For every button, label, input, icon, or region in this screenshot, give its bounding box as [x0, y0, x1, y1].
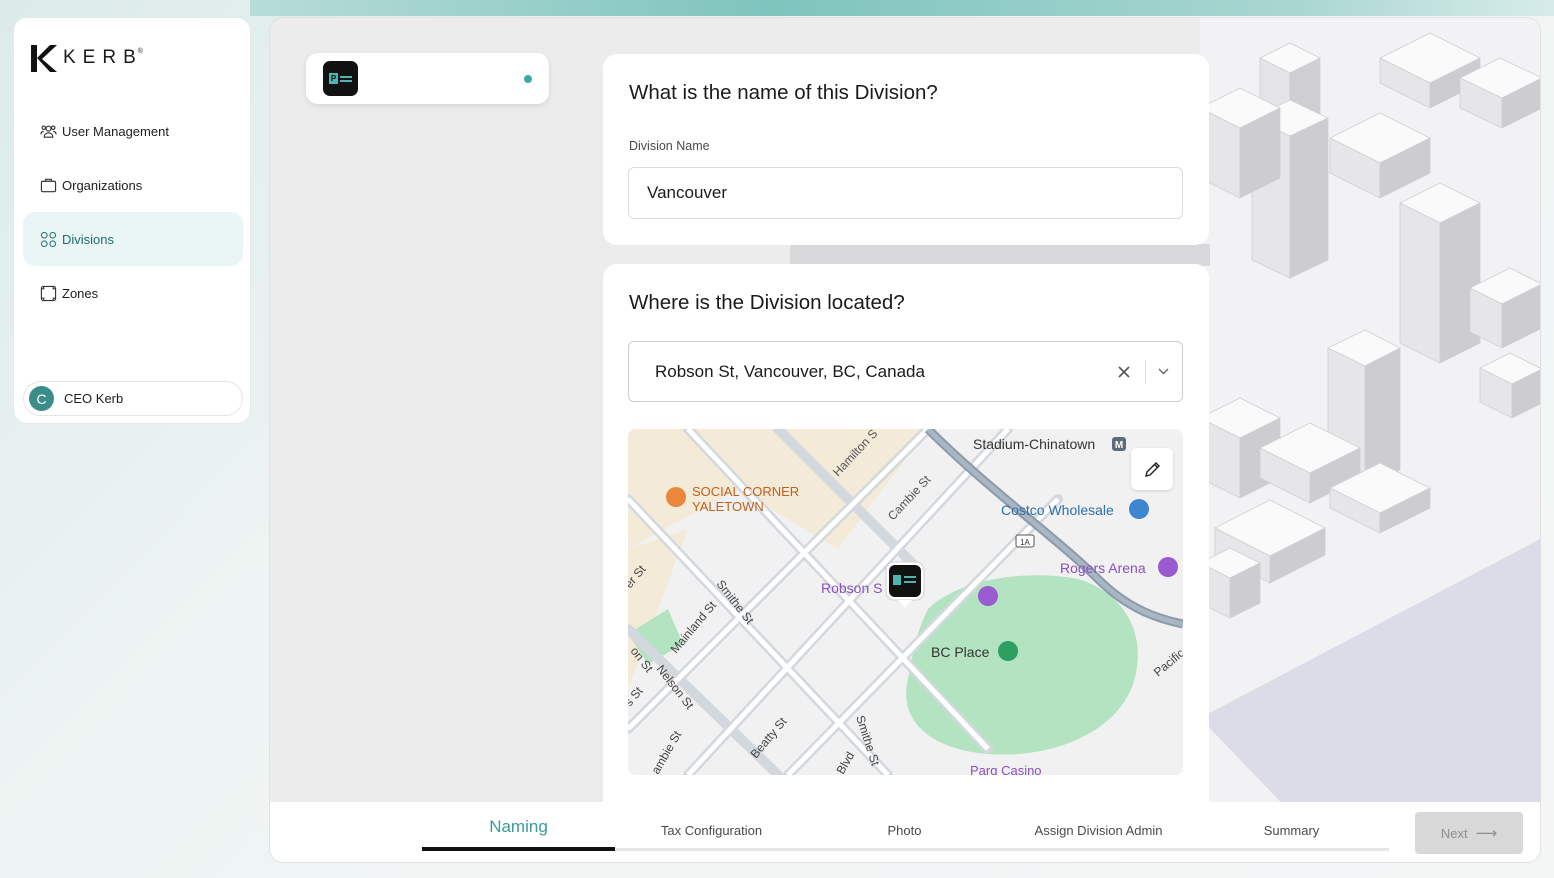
user-profile-chip[interactable]: C CEO Kerb — [23, 381, 243, 416]
svg-text:M: M — [1115, 440, 1123, 451]
arrow-right-icon: ⟶ — [1475, 825, 1498, 842]
kerb-logo: KERB ® — [31, 44, 143, 72]
sidebar-item-label: Organizations — [62, 177, 143, 193]
logo-text-lines — [340, 75, 352, 82]
step-naming[interactable]: Naming — [422, 817, 615, 837]
location-select[interactable]: Robson St, Vancouver, BC, Canada — [628, 341, 1183, 402]
highway-shield: 1A — [1020, 538, 1030, 547]
map-label-bcplace: BC Place — [931, 644, 990, 660]
wizard-stepper: Naming Tax Configuration Photo Assign Di… — [270, 802, 1540, 862]
stepper-progress — [422, 847, 615, 851]
top-accent-stripe — [250, 0, 1554, 16]
sidebar-item-divisions[interactable]: Divisions — [23, 212, 243, 266]
pencil-icon — [1144, 461, 1160, 477]
sidebar-item-label: User Management — [62, 123, 169, 139]
map-label-yaletown: YALETOWN — [692, 499, 764, 514]
zone-icon — [40, 285, 57, 301]
step-summary[interactable]: Summary — [1195, 823, 1388, 838]
step-assign-division-admin[interactable]: Assign Division Admin — [1002, 823, 1195, 838]
chevron-down-icon — [1158, 368, 1168, 375]
location-value: Robson St, Vancouver, BC, Canada — [655, 361, 925, 381]
sidebar-item-organizations[interactable]: Organizations — [23, 158, 243, 212]
brand-name: KERB — [63, 47, 143, 68]
step-tax-configuration[interactable]: Tax Configuration — [615, 823, 808, 838]
avatar: C — [29, 386, 54, 411]
division-name-card: What is the name of this Division? Divis… — [603, 54, 1209, 245]
next-button[interactable]: Next ⟶ — [1415, 812, 1523, 854]
location-map[interactable]: 1A Stadium-Chinatown M SOCIAL CORNER YAL… — [628, 429, 1183, 775]
edit-map-button[interactable] — [1131, 448, 1173, 490]
map-label-social: SOCIAL CORNER — [692, 484, 799, 499]
status-dot — [524, 75, 532, 83]
main-panel: P What is the name of this Division? Div… — [269, 17, 1541, 863]
map-label-parq: Parq Casino — [970, 763, 1042, 775]
step-photo[interactable]: Photo — [808, 823, 1001, 838]
sidebar: KERB ® User Management Organizations Div… — [13, 17, 251, 424]
map-label-costco: Costco Wholesale — [1001, 502, 1114, 518]
users-icon — [40, 124, 57, 138]
close-icon — [1118, 365, 1130, 378]
grid-icon — [40, 231, 57, 247]
map-label-rogers: Rogers Arena — [1060, 560, 1146, 576]
sidebar-item-zones[interactable]: Zones — [23, 266, 243, 320]
division-name-question: What is the name of this Division? — [629, 81, 938, 104]
clear-location-button[interactable] — [1113, 361, 1135, 383]
division-name-input[interactable] — [628, 167, 1183, 219]
map-label-robson: Robson S — [821, 580, 882, 596]
division-location-card: Where is the Division located? Robson St… — [603, 264, 1209, 824]
organization-logo: P — [323, 61, 358, 96]
parking-p-icon: P — [329, 73, 338, 84]
location-dropdown-toggle[interactable] — [1146, 361, 1180, 383]
division-location-question: Where is the Division located? — [629, 291, 905, 314]
brand-registered-mark: ® — [137, 47, 143, 55]
organization-selector[interactable]: P — [306, 53, 549, 104]
kerb-logo-icon — [31, 44, 57, 72]
sidebar-item-label: Divisions — [62, 231, 115, 247]
sidebar-item-label: Zones — [62, 285, 99, 301]
map-label-stadium: Stadium-Chinatown — [973, 436, 1095, 452]
briefcase-icon — [40, 178, 57, 192]
next-button-label: Next — [1440, 825, 1468, 841]
user-name: CEO Kerb — [64, 391, 124, 406]
city-illustration — [1200, 18, 1540, 862]
division-name-label: Division Name — [629, 139, 710, 153]
sidebar-item-user-management[interactable]: User Management — [23, 104, 243, 158]
city-strip — [790, 244, 1210, 266]
